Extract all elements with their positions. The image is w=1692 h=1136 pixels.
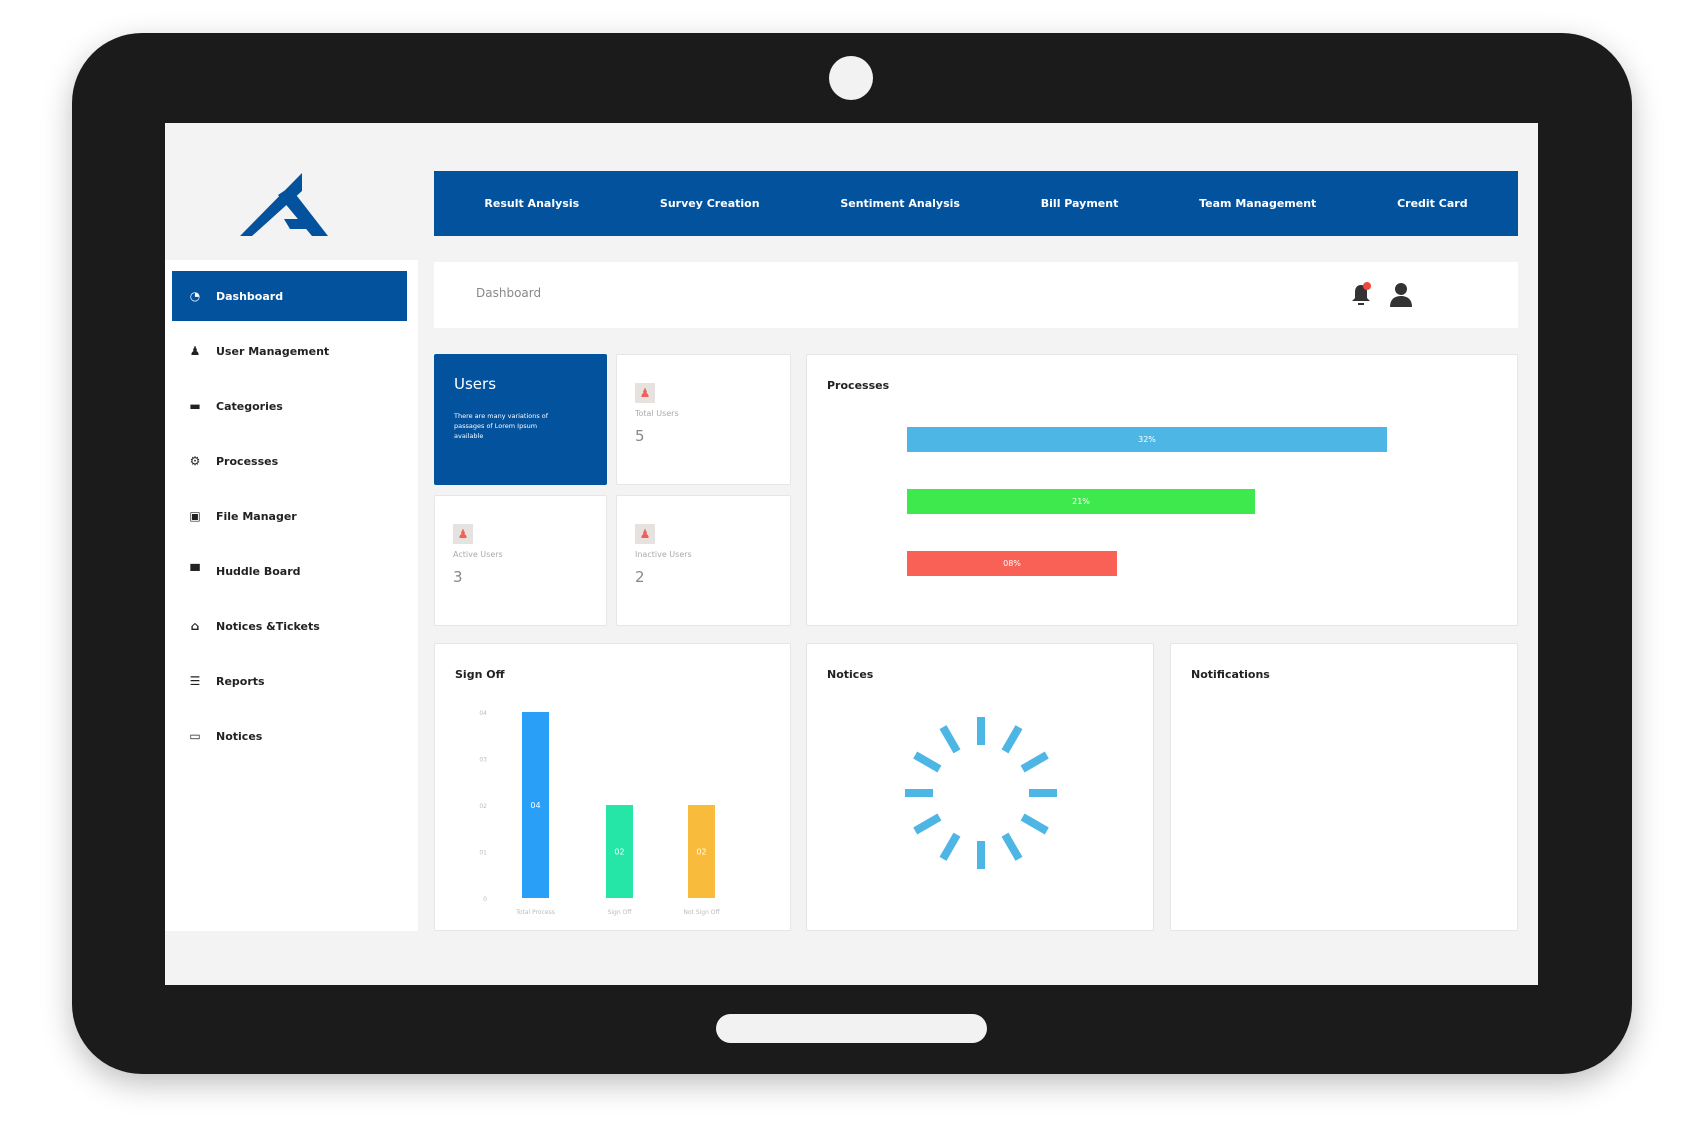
file-icon: ▣ [189,509,201,523]
spinner-segment [1020,751,1049,773]
users-card: Users There are many variations of passa… [434,354,607,485]
sidebar-item-notices[interactable]: ▭ Notices [172,711,407,761]
top-nav: Result Analysis Survey Creation Sentimen… [434,171,1518,236]
gears-icon: ⚙ [189,454,201,468]
bar-data-label: 04 [530,801,540,810]
stat-label: Active Users [453,550,503,559]
sidebar-item-label: Reports [216,674,265,688]
sidebar-item-label: Categories [216,399,283,413]
sidebar-item-label: File Manager [216,509,297,523]
process-bar: 32% [907,427,1387,452]
x-category-label: Not Sign Off [683,909,720,916]
sidebar-item-huddle-board[interactable]: ▀ Huddle Board [172,546,407,596]
spinner-segment [913,751,942,773]
sidebar-item-label: Processes [216,454,279,468]
stat-value: 5 [635,427,645,445]
home-button[interactable] [716,1014,987,1043]
stat-label: Inactive Users [635,550,692,559]
y-tick-label: 01 [479,850,487,857]
sidebar-item-user-management[interactable]: ♟ User Management [172,326,407,376]
sidebar-item-reports[interactable]: ☰ Reports [172,656,407,706]
loading-spinner-icon [905,717,1057,869]
nav-bill-payment[interactable]: Bill Payment [1041,197,1119,210]
spinner-segment [939,725,961,754]
list-icon: ▬ [189,399,201,413]
breadcrumb: Dashboard [476,286,542,300]
stat-card-inactive-users: ♟ Inactive Users 2 [616,495,791,626]
x-category-label: Total Process [515,909,555,916]
board-icon: ▀ [190,564,200,578]
y-tick-label: 04 [479,710,487,717]
sidebar-item-dashboard[interactable]: ◔ Dashboard [172,271,407,321]
sidebar-item-label: User Management [216,344,330,358]
notices-title: Notices [827,668,874,681]
users-icon: ♟ [635,524,655,544]
y-tick-label: 02 [479,803,487,810]
y-tick-label: 0 [483,896,487,903]
notice-icon: ▭ [189,729,201,743]
sidebar: ◔ Dashboard ♟ User Management ▬ Categories ⚙ Pr… [165,260,418,931]
notifications-card: Notifications [1170,643,1518,931]
sidebar-item-categories[interactable]: ▬ Categories [172,381,407,431]
report-icon: ☰ [189,674,201,688]
stat-label: Total Users [635,409,679,418]
nav-credit-card[interactable]: Credit Card [1397,197,1468,210]
stat-card-active-users: ♟ Active Users 3 [434,495,607,626]
screen: Result Analysis Survey Creation Sentimen… [165,123,1538,985]
sidebar-item-file-manager[interactable]: ▣ File Manager [172,491,407,541]
gauge-icon: ◔ [189,289,201,303]
nav-sentiment-analysis[interactable]: Sentiment Analysis [840,197,960,210]
sidebar-item-label: Dashboard [216,289,284,303]
notices-card: Notices [806,643,1154,931]
y-tick-label: 03 [479,757,487,764]
processes-title: Processes [827,379,890,392]
sidebar-item-label: Notices &Tickets [216,619,320,633]
user-avatar-icon[interactable] [1389,282,1413,308]
processes-card: Processes 32% 21% 08% [806,354,1518,626]
sign-off-chart: 0 01 02 03 04 04 Total Process 02 Sign Off 02 Not … [479,710,720,916]
clipboard-icon: ⌂ [190,619,200,633]
camera [829,56,873,100]
bell-icon[interactable] [1349,282,1373,308]
logo [240,173,328,236]
user-gear-icon: ♟ [189,344,201,358]
stat-value: 2 [635,568,645,586]
spinner-segment [913,813,942,835]
process-bar: 21% [907,489,1255,514]
nav-result-analysis[interactable]: Result Analysis [484,197,579,210]
spinner-segment [1001,725,1023,754]
notifications-title: Notifications [1191,668,1270,681]
spinner-segment [939,832,961,861]
sign-off-card: Sign Off 0 01 02 03 04 04 Total Process 02 Sign … [434,643,791,931]
users-title: Users [454,375,497,393]
bar-data-label: 02 [696,848,706,857]
stat-card-total-users: ♟ Total Users 5 [616,354,791,485]
users-icon: ♟ [453,524,473,544]
process-bar: 08% [907,551,1117,576]
nav-survey-creation[interactable]: Survey Creation [660,197,760,210]
sidebar-item-processes[interactable]: ⚙ Processes [172,436,407,486]
spinner-segment [1001,832,1023,861]
header-bar: Dashboard [434,262,1518,328]
nav-team-management[interactable]: Team Management [1199,197,1316,210]
sidebar-item-label: Huddle Board [216,564,301,578]
spinner-segment [1020,813,1049,835]
x-category-label: Sign Off [608,909,633,916]
sidebar-item-label: Notices [216,729,263,743]
users-icon: ♟ [635,383,655,403]
bar-data-label: 02 [614,848,624,857]
stat-value: 3 [453,568,463,586]
users-description: There are many variations of passages of… [454,412,549,440]
sidebar-item-notices-tickets[interactable]: ⌂ Notices &Tickets [172,601,407,651]
